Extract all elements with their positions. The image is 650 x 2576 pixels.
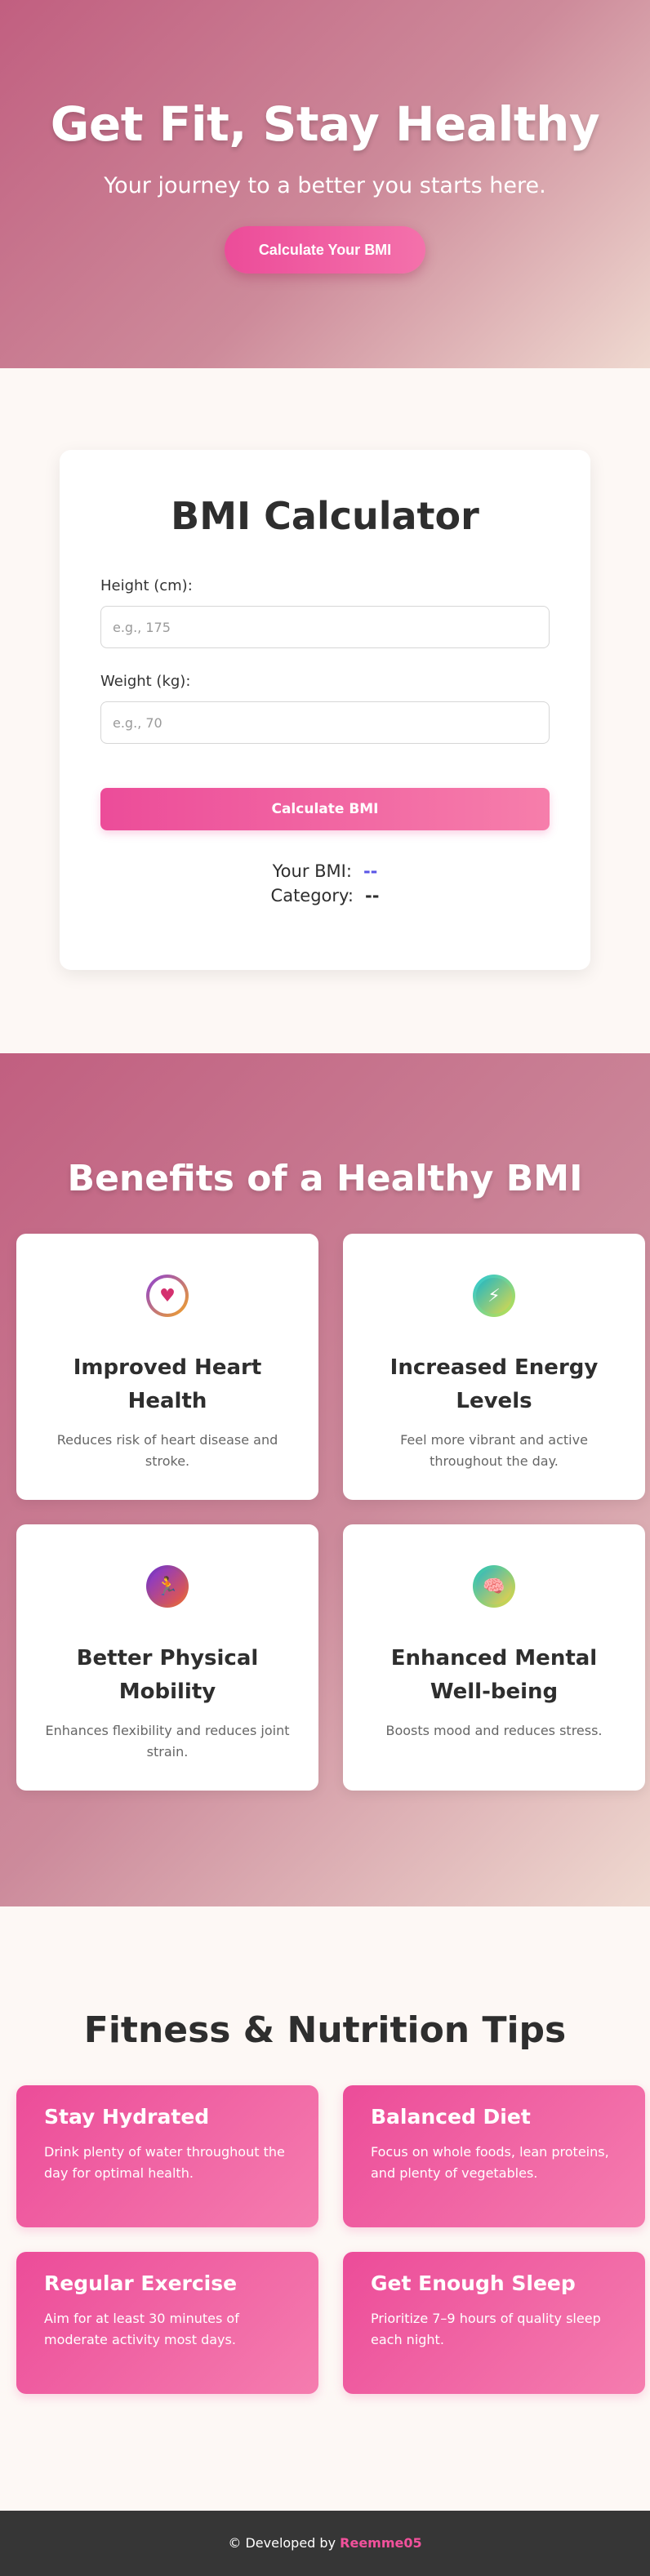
lightning-icon: ⚡ [473,1275,515,1317]
benefits-title: Benefits of a Healthy BMI [67,1158,583,1199]
tip-card: Get Enough Sleep Prioritize 7–9 hours of… [343,2252,645,2394]
hero-title: Get Fit, Stay Healthy [50,96,600,152]
footer-brand: Reemme05 [340,2535,422,2551]
runner-icon: 🏃 [146,1565,189,1608]
tip-text: Drink plenty of water throughout the day… [44,2144,285,2181]
tip-title: Balanced Diet [371,2105,531,2129]
bmi-result: Your BMI: -- [100,861,550,881]
tip-title: Stay Hydrated [44,2105,210,2129]
category-result-label: Category: [270,886,354,905]
tips-grid: Stay Hydrated Drink plenty of water thro… [0,2085,650,2396]
tip-title: Regular Exercise [44,2271,238,2295]
benefit-card: ♥ Improved Heart Health Reduces risk of … [16,1234,318,1500]
tip-card: Balanced Diet Focus on whole foods, lean… [343,2085,645,2227]
benefit-title: Enhanced Mental Well-being [390,1646,598,1704]
category-result: Category: -- [100,886,550,905]
tips-section: Fitness & Nutrition Tips Stay Hydrated D… [0,1906,650,2511]
bmi-calculator-section: BMI Calculator Height (cm): Weight (kg):… [0,368,650,1053]
bmi-result-value: -- [363,861,378,881]
benefit-text: Boosts mood and reduces stress. [385,1723,603,1738]
tip-card: Stay Hydrated Drink plenty of water thro… [16,2085,318,2227]
tip-card: Regular Exercise Aim for at least 30 min… [16,2252,318,2394]
height-label: Height (cm): [100,577,193,594]
weight-label: Weight (kg): [100,673,191,690]
benefit-title: Better Physical Mobility [76,1646,259,1704]
benefits-section: Benefits of a Healthy BMI ♥ Improved Hea… [0,1053,650,1906]
category-result-value: -- [365,886,380,905]
tip-title: Get Enough Sleep [371,2271,576,2295]
heart-pulse-icon: ♥ [146,1275,189,1317]
height-input[interactable] [100,606,550,648]
benefit-card: 🧠 Enhanced Mental Well-being Boosts mood… [343,1524,645,1791]
tip-text: Focus on whole foods, lean proteins, and… [371,2144,609,2181]
benefit-text: Enhances flexibility and reduces joint s… [45,1723,290,1760]
calculate-your-bmi-button[interactable]: Calculate Your BMI [225,226,425,274]
footer-text: Developed by [245,2535,336,2551]
benefits-grid: ♥ Improved Heart Health Reduces risk of … [0,1234,650,1797]
weight-input[interactable] [100,701,550,744]
benefit-card: ⚡ Increased Energy Levels Feel more vibr… [343,1234,645,1500]
footer: © Developed by Reemme05 [0,2511,650,2576]
benefit-title: Improved Heart Health [73,1355,262,1413]
tip-text: Prioritize 7–9 hours of quality sleep ea… [371,2311,601,2347]
hero-subtitle: Your journey to a better you starts here… [104,173,546,198]
bmi-result-label: Your BMI: [272,861,352,881]
benefit-card: 🏃 Better Physical Mobility Enhances flex… [16,1524,318,1791]
tips-title: Fitness & Nutrition Tips [83,2009,567,2051]
copyright-symbol: © [228,2535,242,2551]
tip-text: Aim for at least 30 minutes of moderate … [44,2311,239,2347]
calculator-title: BMI Calculator [171,494,479,538]
benefit-text: Reduces risk of heart disease and stroke… [56,1432,278,1469]
bmi-calculator-card: BMI Calculator Height (cm): Weight (kg):… [60,450,590,970]
hero-section: Get Fit, Stay Healthy Your journey to a … [0,0,650,368]
calculate-bmi-button[interactable]: Calculate BMI [100,788,550,830]
benefit-title: Increased Energy Levels [390,1355,599,1413]
benefit-text: Feel more vibrant and active throughout … [400,1432,588,1469]
brain-icon: 🧠 [473,1565,515,1608]
